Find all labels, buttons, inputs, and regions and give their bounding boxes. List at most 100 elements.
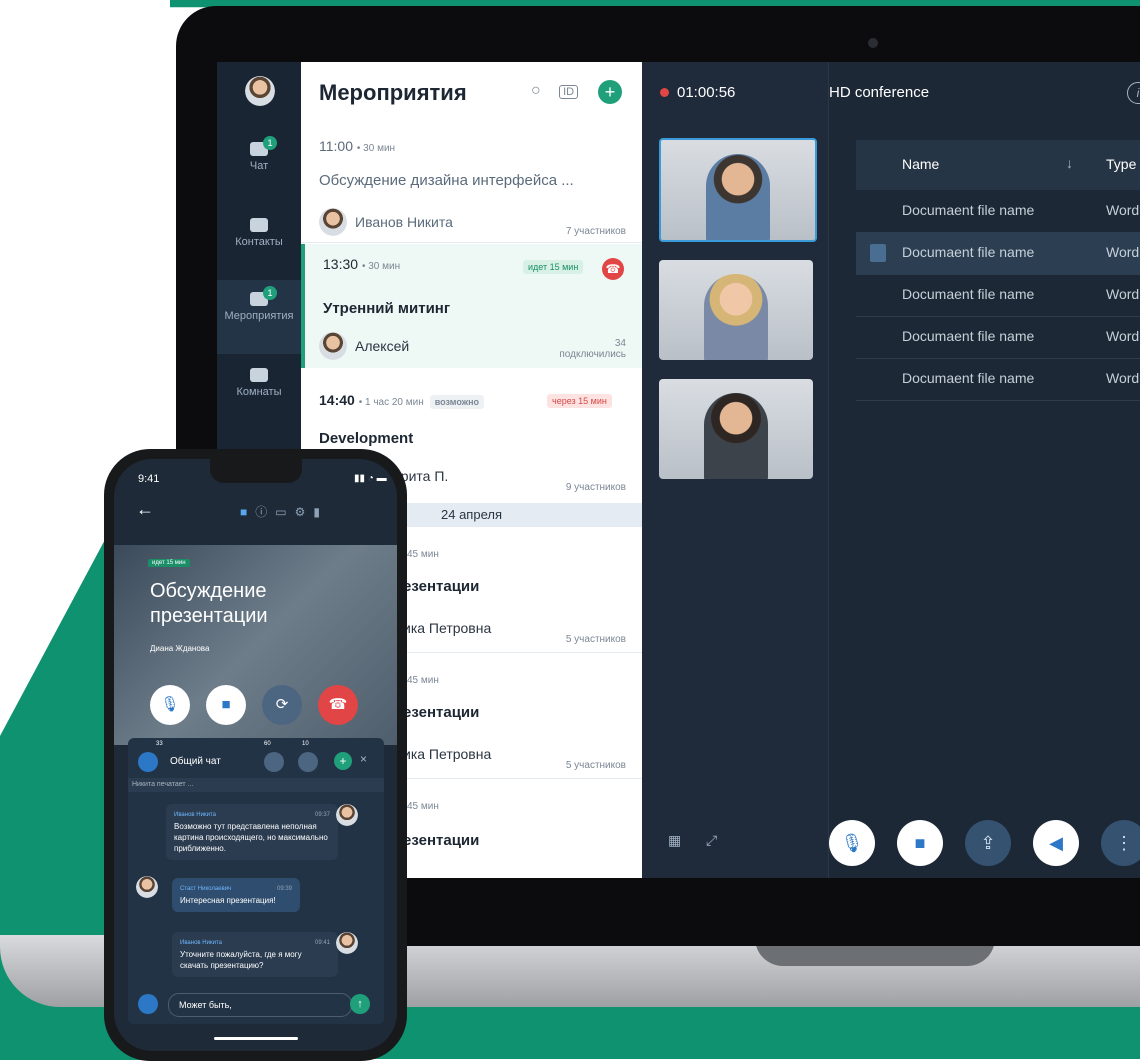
table-row[interactable]: Documaent file name Word bbox=[856, 358, 1140, 401]
sidebar-item-contacts[interactable]: Контакты bbox=[217, 218, 301, 278]
chat-message: Иванов Никита 09:37 Возможно тут предста… bbox=[166, 804, 338, 860]
share-screen-button[interactable]: ⇪ bbox=[965, 820, 1011, 866]
end-call-button[interactable]: ☎ bbox=[602, 258, 624, 280]
video-tile[interactable] bbox=[659, 260, 813, 360]
speaker-icon: ◀ bbox=[1049, 833, 1063, 853]
send-button[interactable]: ↑ bbox=[350, 994, 370, 1014]
eye-icon[interactable] bbox=[298, 752, 318, 772]
signal-icon: ▮▮ ◔ ▬ bbox=[354, 473, 387, 484]
gear-icon[interactable]: ⚙ bbox=[295, 505, 314, 519]
camera-icon: ■ bbox=[914, 833, 926, 853]
page-title: Мероприятия bbox=[319, 80, 467, 105]
column-header-name[interactable]: Name bbox=[902, 156, 939, 172]
camera-button[interactable]: ■ bbox=[206, 685, 246, 725]
file-type: Word bbox=[1106, 244, 1140, 260]
grid-layout-icon[interactable]: ▦ bbox=[668, 832, 681, 849]
camera-button[interactable]: ■ bbox=[897, 820, 943, 866]
message-time: 09:37 bbox=[314, 812, 330, 818]
fullscreen-icon[interactable]: ⤢ bbox=[706, 832, 717, 849]
events-badge: 1 bbox=[263, 286, 277, 300]
starts-in-badge: через 15 мин bbox=[547, 394, 612, 408]
more-button[interactable]: ⋮ bbox=[1101, 820, 1140, 866]
sidebar-item-rooms[interactable]: Комнаты bbox=[217, 368, 301, 428]
user-avatar[interactable] bbox=[245, 76, 275, 106]
back-arrow-icon[interactable]: ← bbox=[136, 499, 154, 520]
attach-icon[interactable] bbox=[138, 994, 158, 1014]
stats-icon[interactable]: ▮ bbox=[313, 505, 328, 519]
chat-badge: 1 bbox=[263, 136, 277, 150]
info-icon[interactable]: i bbox=[1127, 82, 1140, 104]
status-badge: идет 15 мин bbox=[148, 559, 190, 567]
add-icon[interactable]: + bbox=[334, 752, 352, 770]
file-type: Word bbox=[1106, 202, 1140, 218]
conference-panel: HD conference i Name ↓ Type Documaent fi… bbox=[828, 62, 1140, 878]
event-host: Алексей bbox=[355, 338, 410, 354]
table-row[interactable]: Documaent file name Word bbox=[856, 274, 1140, 317]
avatar bbox=[336, 804, 358, 826]
message-time: 09:39 bbox=[276, 886, 292, 892]
microphone-button[interactable]: 🎙 bbox=[150, 685, 190, 725]
event-name: Обсуждение дизайна интерфейса ... bbox=[319, 172, 574, 189]
avatar bbox=[336, 932, 358, 954]
phone-status-time: 9:41 bbox=[138, 473, 160, 485]
avatar bbox=[136, 876, 158, 898]
event-host: ика Петровна bbox=[403, 746, 492, 762]
video-tile[interactable] bbox=[659, 379, 813, 479]
message-text: Возможно тут представлена неполная карти… bbox=[174, 822, 328, 853]
sidebar-item-chat[interactable]: 1 Чат bbox=[217, 136, 301, 202]
end-call-button[interactable]: ☎ bbox=[318, 685, 358, 725]
event-name: езентации bbox=[403, 832, 480, 849]
event-participants-count: 34 bbox=[614, 338, 626, 349]
file-name: Documaent file name bbox=[902, 370, 1035, 386]
microphone-icon: 🎙 bbox=[840, 833, 864, 853]
file-type: Word bbox=[1106, 286, 1140, 302]
file-type: Word bbox=[1106, 370, 1140, 386]
table-row[interactable]: Documaent file name Word bbox=[856, 190, 1140, 233]
event-item-active[interactable]: 13:30 • 30 мин идет 15 мин ☎ Утренний ми… bbox=[301, 244, 642, 368]
events-toolbar: ○ ID bbox=[531, 82, 579, 100]
sidebar-item-label: Мероприятия bbox=[224, 310, 294, 322]
microphone-button[interactable]: 🎙 bbox=[829, 820, 875, 866]
id-icon[interactable]: ID bbox=[559, 85, 579, 99]
event-time: 14:40 bbox=[319, 392, 355, 408]
folder-icon[interactable]: ▭ bbox=[275, 505, 294, 519]
sidebar-item-events[interactable]: 1 Мероприятия bbox=[217, 280, 301, 354]
info-icon[interactable]: ⓘ bbox=[255, 505, 275, 519]
chat-count: 33 bbox=[156, 741, 163, 747]
phone-toolbar: ■ⓘ▭⚙▮ bbox=[240, 503, 328, 520]
message-input[interactable]: Может быть, bbox=[168, 993, 352, 1017]
message-time: 09:41 bbox=[314, 940, 330, 946]
sort-down-icon[interactable]: ↓ bbox=[1066, 155, 1073, 171]
event-duration: • 1 час 20 мин bbox=[358, 397, 424, 408]
close-icon[interactable]: × bbox=[360, 752, 367, 766]
column-header-type[interactable]: Type bbox=[1106, 156, 1136, 172]
end-call-icon: ☎ bbox=[328, 696, 348, 713]
event-duration: 45 мин bbox=[407, 549, 439, 560]
chat-icon[interactable]: ■ bbox=[240, 505, 255, 519]
share-screen-icon: ⇪ bbox=[980, 833, 996, 853]
tentative-badge: возможно bbox=[429, 395, 485, 409]
table-row-selected[interactable]: Documaent file name Word bbox=[856, 232, 1140, 275]
participants-count: 60 bbox=[264, 741, 271, 747]
event-duration: 45 мин bbox=[407, 675, 439, 686]
message-author: Иванов Никита bbox=[174, 812, 216, 818]
participants-icon[interactable] bbox=[264, 752, 284, 772]
video-tile[interactable] bbox=[659, 138, 817, 242]
add-event-button[interactable]: + bbox=[598, 80, 622, 104]
file-type: Word bbox=[1106, 328, 1140, 344]
event-item[interactable]: 11:00 • 30 мин Обсуждение дизайна интерф… bbox=[301, 126, 642, 243]
file-name: Documaent file name bbox=[902, 286, 1035, 302]
switch-camera-button[interactable]: ⟳ bbox=[262, 685, 302, 725]
conference-title-text: HD conference bbox=[829, 84, 930, 101]
event-name: езентации bbox=[403, 578, 480, 595]
sidebar-item-label: Чат bbox=[249, 160, 269, 172]
files-table-header: Name ↓ Type bbox=[856, 140, 1140, 190]
event-duration: 45 мин bbox=[407, 801, 439, 812]
more-icon: ⋮ bbox=[1115, 833, 1133, 853]
speaker-button[interactable]: ◀ bbox=[1033, 820, 1079, 866]
table-row[interactable]: Documaent file name Word bbox=[856, 316, 1140, 359]
record-icon bbox=[660, 88, 669, 97]
phone-notch bbox=[210, 459, 302, 483]
event-participants: 5 участников bbox=[565, 634, 626, 645]
search-icon[interactable]: ○ bbox=[531, 82, 541, 99]
